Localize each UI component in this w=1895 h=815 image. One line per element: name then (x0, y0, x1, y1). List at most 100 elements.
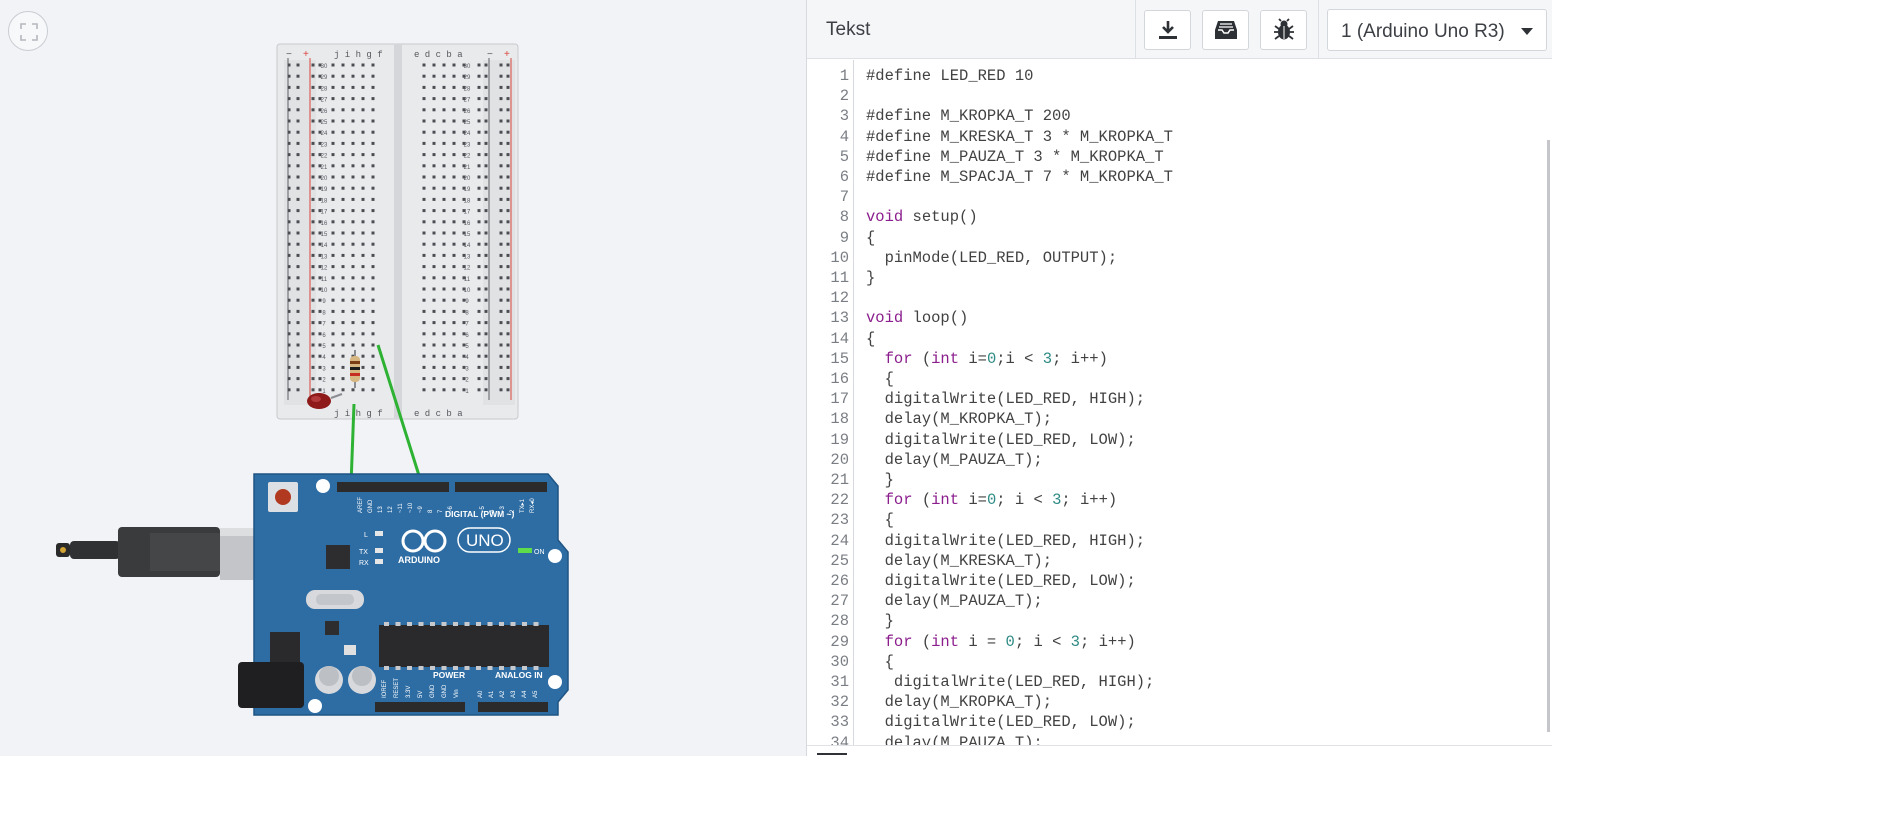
breadboard-hole[interactable] (422, 343, 426, 347)
breadboard-hole[interactable] (341, 253, 345, 257)
code-line[interactable]: 4 #define M_KRESKA_T 3 * M_KROPKA_T (807, 127, 1547, 147)
breadboard-hole[interactable] (506, 164, 510, 168)
breadboard-hole[interactable] (296, 332, 300, 336)
code-mode-label[interactable]: Tekst (826, 19, 870, 41)
breadboard-hole[interactable] (422, 388, 426, 392)
breadboard-hole[interactable] (361, 85, 365, 89)
breadboard-hole[interactable] (351, 85, 355, 89)
breadboard-hole[interactable] (432, 85, 436, 89)
code-line[interactable]: 15 for (int i=0;i < 3; i++) (807, 349, 1547, 369)
breadboard-hole[interactable] (506, 309, 510, 313)
breadboard-hole[interactable] (432, 365, 436, 369)
breadboard-hole[interactable] (452, 354, 456, 358)
breadboard-hole[interactable] (484, 231, 488, 235)
breadboard-hole[interactable] (351, 242, 355, 246)
breadboard-hole[interactable] (371, 119, 375, 123)
breadboard-hole[interactable] (506, 85, 510, 89)
breadboard-hole[interactable] (477, 253, 481, 257)
code-line[interactable]: 12 (807, 288, 1547, 308)
breadboard-hole[interactable] (371, 242, 375, 246)
breadboard-hole[interactable] (351, 197, 355, 201)
breadboard-hole[interactable] (296, 197, 300, 201)
breadboard-hole[interactable] (331, 141, 335, 145)
breadboard-hole[interactable] (361, 209, 365, 213)
breadboard-hole[interactable] (422, 108, 426, 112)
breadboard-hole[interactable] (311, 209, 315, 213)
code-line[interactable]: 2 (807, 86, 1547, 106)
breadboard-hole[interactable] (341, 377, 345, 381)
breadboard-hole[interactable] (361, 130, 365, 134)
breadboard-hole[interactable] (331, 97, 335, 101)
breadboard-hole[interactable] (484, 265, 488, 269)
breadboard-hole[interactable] (287, 287, 291, 291)
breadboard-hole[interactable] (371, 343, 375, 347)
breadboard-hole[interactable] (351, 108, 355, 112)
breadboard-hole[interactable] (422, 287, 426, 291)
line-code[interactable]: digitalWrite(LED_RED, LOW); (866, 571, 1136, 591)
breadboard-hole[interactable] (331, 197, 335, 201)
breadboard-hole[interactable] (296, 186, 300, 190)
breadboard-hole[interactable] (499, 287, 503, 291)
breadboard-hole[interactable] (422, 365, 426, 369)
breadboard-hole[interactable] (287, 343, 291, 347)
breadboard-hole[interactable] (341, 265, 345, 269)
breadboard-hole[interactable] (331, 377, 335, 381)
breadboard-hole[interactable] (477, 365, 481, 369)
breadboard-hole[interactable] (422, 97, 426, 101)
breadboard-hole[interactable] (452, 175, 456, 179)
breadboard-hole[interactable] (422, 74, 426, 78)
breadboard-hole[interactable] (371, 209, 375, 213)
breadboard-hole[interactable] (296, 119, 300, 123)
breadboard-hole[interactable] (499, 197, 503, 201)
breadboard-hole[interactable] (296, 298, 300, 302)
code-line[interactable]: 26 digitalWrite(LED_RED, LOW); (807, 571, 1547, 591)
breadboard-hole[interactable] (499, 164, 503, 168)
breadboard-hole[interactable] (341, 242, 345, 246)
breadboard-hole[interactable] (452, 343, 456, 347)
line-code[interactable]: delay(M_KRESKA_T); (866, 551, 1052, 571)
breadboard-hole[interactable] (341, 108, 345, 112)
line-code[interactable]: delay(M_PAUZA_T); (866, 733, 1043, 745)
breadboard-hole[interactable] (361, 265, 365, 269)
breadboard-hole[interactable] (452, 365, 456, 369)
breadboard-hole[interactable] (371, 164, 375, 168)
breadboard-hole[interactable] (477, 388, 481, 392)
breadboard-hole[interactable] (287, 63, 291, 67)
breadboard-hole[interactable] (371, 74, 375, 78)
breadboard-hole[interactable] (287, 377, 291, 381)
breadboard-hole[interactable] (506, 265, 510, 269)
breadboard-hole[interactable] (477, 242, 481, 246)
breadboard-hole[interactable] (351, 231, 355, 235)
code-line[interactable]: 28 } (807, 611, 1547, 631)
breadboard-hole[interactable] (432, 186, 436, 190)
breadboard-hole[interactable] (296, 74, 300, 78)
breadboard-hole[interactable] (331, 343, 335, 347)
breadboard-hole[interactable] (506, 343, 510, 347)
breadboard-hole[interactable] (331, 365, 335, 369)
breadboard-hole[interactable] (477, 343, 481, 347)
breadboard-hole[interactable] (422, 298, 426, 302)
breadboard-hole[interactable] (341, 365, 345, 369)
breadboard-hole[interactable] (371, 253, 375, 257)
breadboard-hole[interactable] (432, 97, 436, 101)
breadboard-hole[interactable] (477, 119, 481, 123)
breadboard-hole[interactable] (341, 153, 345, 157)
breadboard-hole[interactable] (452, 130, 456, 134)
breadboard-hole[interactable] (311, 354, 315, 358)
breadboard-hole[interactable] (296, 220, 300, 224)
code-line[interactable]: 21 } (807, 470, 1547, 490)
breadboard-hole[interactable] (371, 108, 375, 112)
breadboard-hole[interactable] (442, 309, 446, 313)
breadboard-hole[interactable] (499, 63, 503, 67)
breadboard-hole[interactable] (351, 287, 355, 291)
breadboard-hole[interactable] (422, 63, 426, 67)
breadboard-hole[interactable] (361, 108, 365, 112)
breadboard-hole[interactable] (442, 343, 446, 347)
breadboard-hole[interactable] (477, 175, 481, 179)
breadboard-hole[interactable] (452, 164, 456, 168)
breadboard-hole[interactable] (477, 153, 481, 157)
breadboard-hole[interactable] (422, 231, 426, 235)
breadboard-hole[interactable] (371, 153, 375, 157)
breadboard-hole[interactable] (506, 276, 510, 280)
breadboard-hole[interactable] (506, 388, 510, 392)
